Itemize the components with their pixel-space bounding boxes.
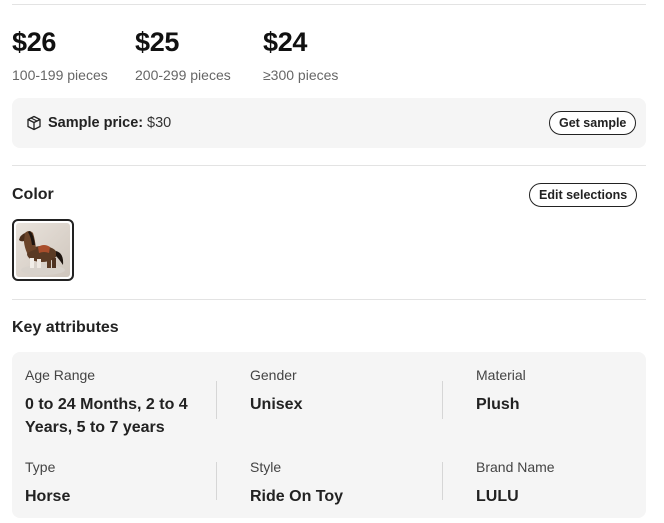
price-tier: $25 200-299 pieces (135, 26, 231, 83)
column-divider (216, 381, 217, 419)
column-divider (442, 381, 443, 419)
price-tier: $24 ≥300 pieces (263, 26, 338, 83)
section-divider (12, 299, 646, 300)
attribute-value: Horse (25, 488, 71, 505)
key-attributes-title: Key attributes (12, 319, 119, 336)
attribute-style: Style Ride On Toy (250, 459, 440, 508)
price-tier: $26 100-199 pieces (12, 26, 108, 83)
attribute-type: Type Horse (25, 459, 200, 508)
sample-price-panel: Sample price: $30 Get sample (12, 98, 646, 148)
price-quantity-range: 200-299 pieces (135, 67, 231, 83)
box-icon (26, 115, 42, 131)
price-value: $24 (263, 27, 308, 57)
attribute-label: Brand Name (476, 459, 555, 475)
get-sample-button[interactable]: Get sample (549, 111, 637, 135)
attribute-brand-name: Brand Name LULU (476, 459, 664, 508)
price-value: $26 (12, 27, 57, 57)
column-divider (442, 462, 443, 500)
sample-price-label: Sample price: (48, 115, 144, 131)
column-divider (216, 462, 217, 500)
attribute-value: Ride On Toy (250, 488, 344, 505)
color-section-title: Color (12, 186, 54, 203)
attribute-gender: Gender Unisex (250, 367, 440, 416)
attribute-value: Plush (476, 396, 520, 413)
edit-selections-button[interactable]: Edit selections (529, 183, 638, 207)
attribute-age-range: Age Range 0 to 24 Months, 2 to 4 Years, … (25, 367, 200, 439)
attribute-material: Material Plush (476, 367, 664, 416)
top-divider (12, 4, 646, 5)
section-divider (12, 165, 646, 166)
attribute-label: Type (25, 459, 56, 475)
price-quantity-range: ≥300 pieces (263, 67, 339, 83)
color-swatch-selected[interactable] (12, 219, 74, 281)
rocking-horse-thumbnail (16, 223, 70, 277)
price-quantity-range: 100-199 pieces (12, 67, 108, 83)
attribute-label: Gender (250, 367, 297, 383)
attribute-label: Age Range (25, 367, 96, 383)
attribute-value: 0 to 24 Months, 2 to 4 Years, 5 to 7 yea… (25, 396, 188, 436)
attribute-label: Style (250, 459, 282, 475)
sample-price-value: $30 (147, 115, 172, 131)
price-value: $25 (135, 27, 180, 57)
attribute-label: Material (476, 367, 526, 383)
attribute-value: LULU (476, 488, 519, 505)
key-attributes-panel: Age Range 0 to 24 Months, 2 to 4 Years, … (12, 352, 646, 518)
attribute-value: Unisex (250, 396, 303, 413)
